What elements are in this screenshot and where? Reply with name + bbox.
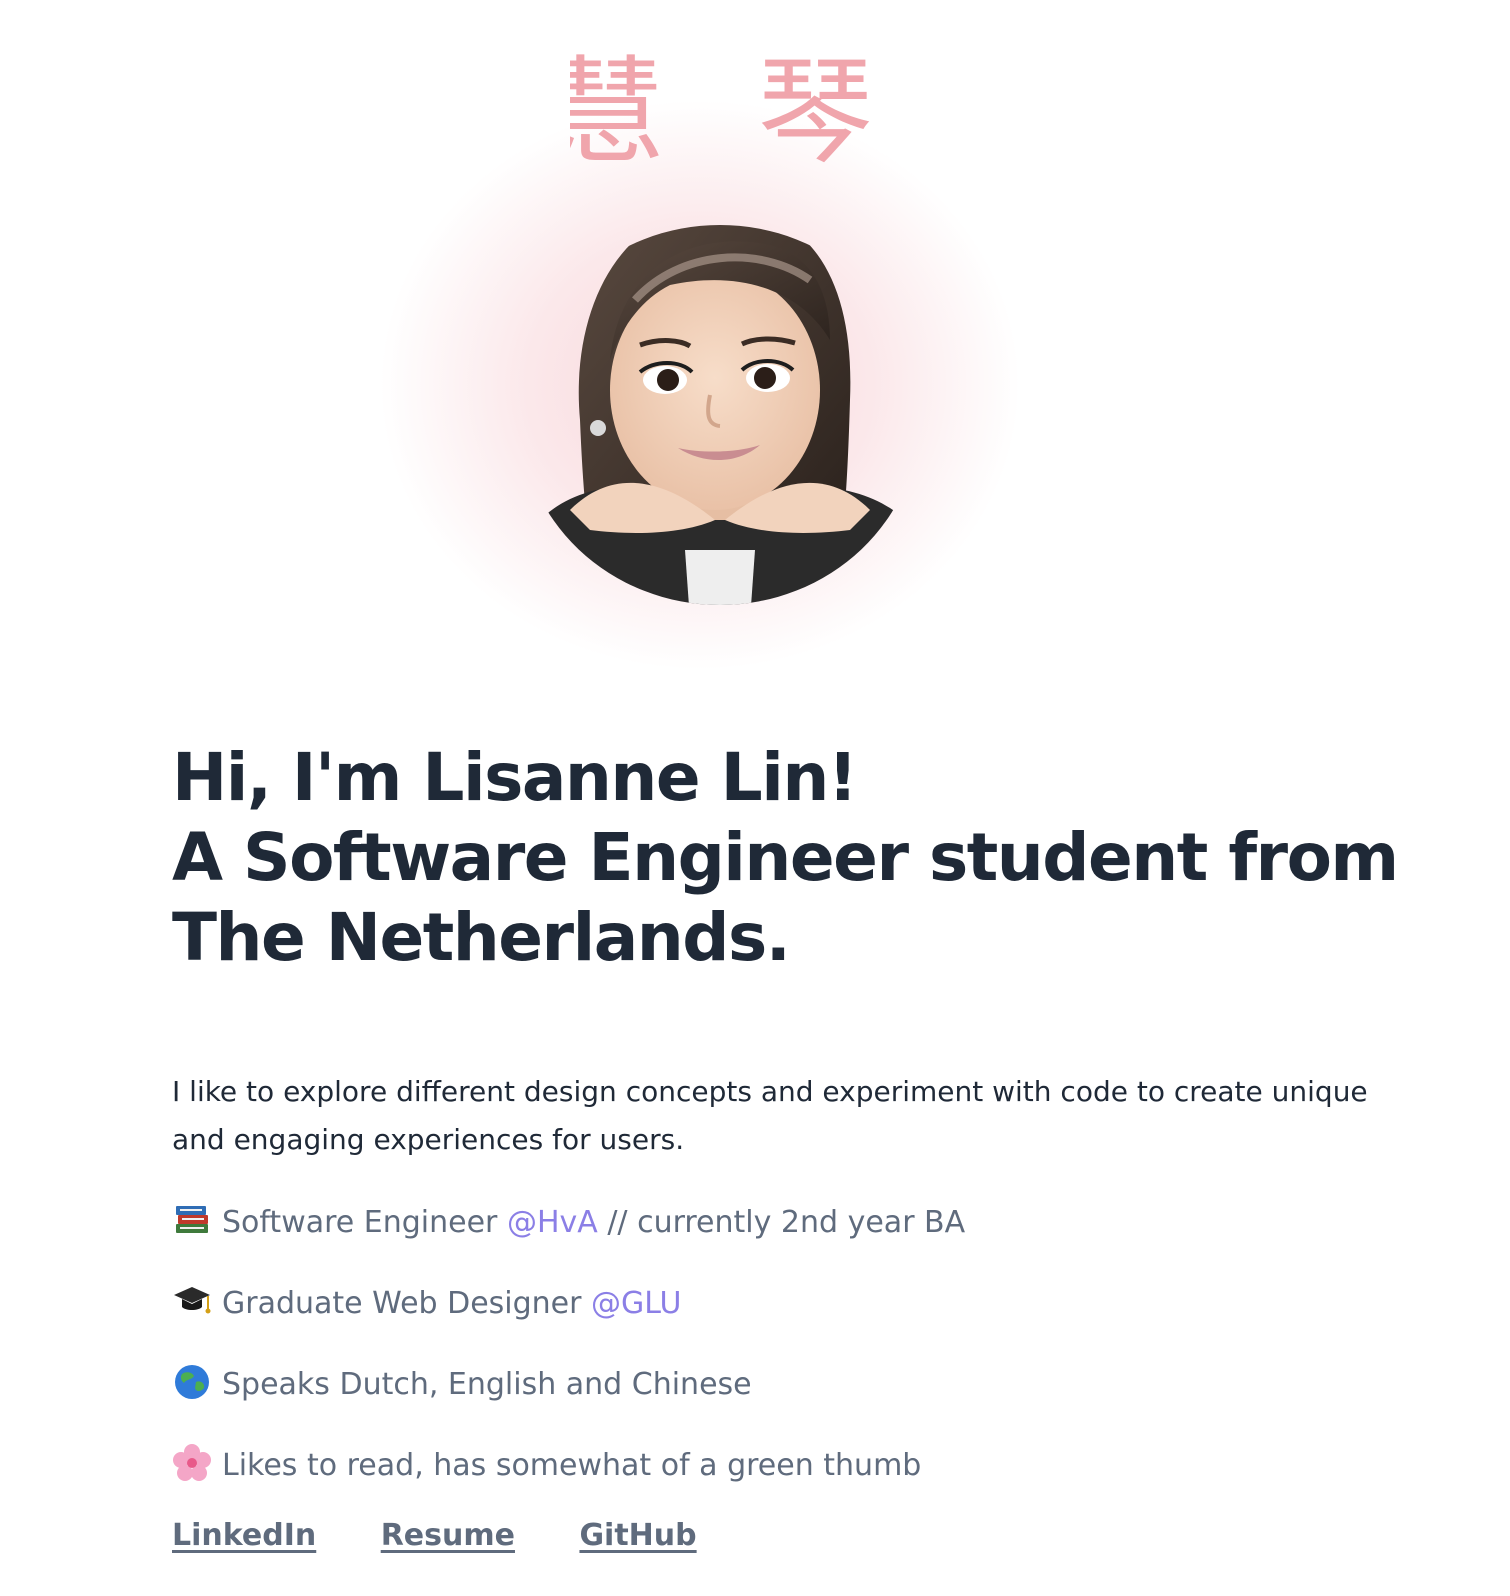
headline-line-2: A Software Engineer student from	[172, 819, 1399, 896]
cherry-blossom-icon	[173, 1444, 211, 1481]
fact-text-after: // currently 2nd year BA	[597, 1205, 966, 1240]
fact-text: Speaks Dutch, English and Chinese	[222, 1367, 752, 1402]
facts-list: Software Engineer @HvA // currently 2nd …	[172, 1200, 965, 1524]
resume-link[interactable]: Resume	[381, 1518, 515, 1553]
social-links: LinkedIn Resume GitHub	[172, 1518, 757, 1553]
svg-text:慧 琴: 慧 琴	[570, 45, 880, 180]
fact-item-graduate: Graduate Web Designer @GLU	[172, 1281, 965, 1362]
fact-text: Likes to read, has somewhat of a green t…	[222, 1448, 922, 1483]
hero-section: 慧 琴	[0, 0, 1510, 700]
fact-item-languages: Speaks Dutch, English and Chinese	[172, 1362, 965, 1443]
page-headline: Hi, I'm Lisanne Lin! A Software Engineer…	[172, 738, 1399, 978]
books-icon	[176, 1206, 208, 1233]
intro-content: Hi, I'm Lisanne Lin! A Software Engineer…	[172, 738, 1399, 1553]
memoji-avatar-icon	[520, 225, 920, 605]
graduation-cap-icon	[174, 1287, 211, 1314]
linkedin-link[interactable]: LinkedIn	[172, 1518, 316, 1553]
chinese-name-calligraphy: 慧 琴	[570, 45, 880, 180]
fact-text-before: Software Engineer	[222, 1205, 507, 1240]
glu-link[interactable]: @GLU	[591, 1286, 681, 1321]
fact-text-before: Graduate Web Designer	[222, 1286, 592, 1321]
globe-icon	[175, 1365, 209, 1399]
fact-item-hobbies: Likes to read, has somewhat of a green t…	[172, 1443, 965, 1524]
headline-line-1: Hi, I'm Lisanne Lin!	[172, 739, 858, 816]
github-link[interactable]: GitHub	[579, 1518, 696, 1553]
fact-item-education: Software Engineer @HvA // currently 2nd …	[172, 1200, 965, 1281]
headline-line-3: The Netherlands.	[172, 899, 791, 976]
intro-paragraph: I like to explore different design conce…	[172, 1075, 1368, 1156]
hva-link[interactable]: @HvA	[507, 1205, 598, 1240]
